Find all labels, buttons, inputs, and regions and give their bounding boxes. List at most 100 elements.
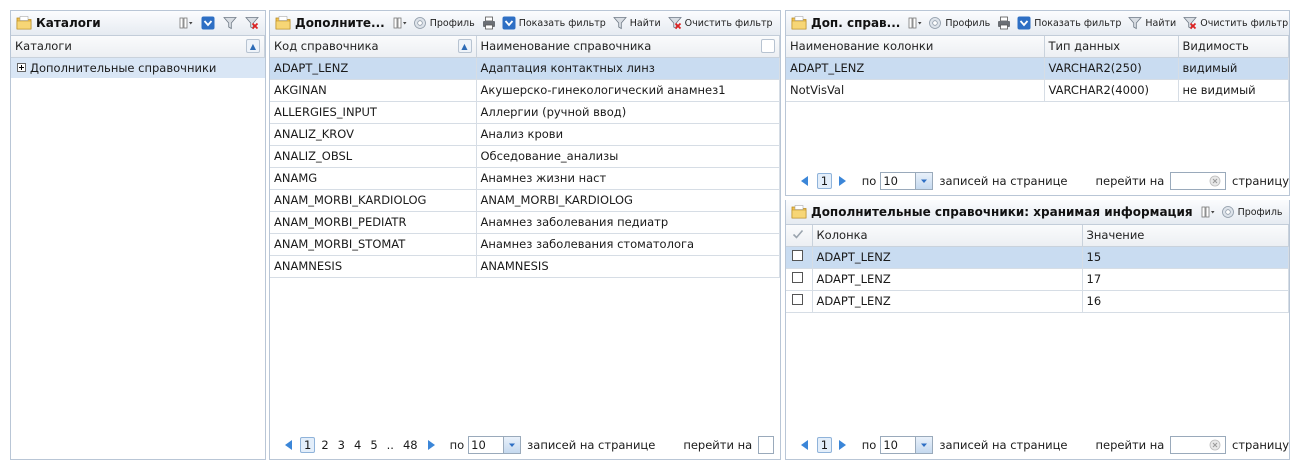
clear-filter-button[interactable]: Очистить фильтр	[1183, 16, 1288, 30]
plus-box-icon[interactable]	[17, 63, 26, 72]
page-suffix: страницу	[1232, 438, 1289, 452]
goto-label: перейти на	[1095, 438, 1165, 452]
sort-icon[interactable]: ▲	[246, 39, 260, 53]
column-header-column-name[interactable]: Наименование колонки	[786, 36, 1045, 58]
show-filter-button[interactable]: Показать фильтр	[502, 16, 606, 30]
table-row[interactable]: ANAM_MORBI_PEDIATR Анамнез заболевания пе…	[270, 211, 780, 234]
show-filter-icon	[502, 16, 516, 30]
page-link-current[interactable]: 1	[816, 437, 833, 453]
gear-icon	[1221, 205, 1235, 219]
page-link[interactable]: 4	[351, 438, 364, 452]
per-page-prefix: по	[861, 438, 877, 452]
table-row[interactable]: ANAMNESIS ANAMNESIS	[270, 255, 780, 278]
per-page-prefix: по	[861, 174, 877, 188]
table-row[interactable]: ANAMG Анамнез жизни наст	[270, 167, 780, 190]
funnel-icon[interactable]	[223, 16, 237, 30]
clear-filter-icon[interactable]	[245, 16, 259, 30]
clear-filter-button[interactable]: Очистить фильтр	[668, 16, 773, 30]
column-header-catalogs[interactable]: Каталоги ▲	[11, 36, 265, 58]
page-suffix: страницу	[1232, 174, 1289, 188]
profile-button[interactable]: Профиль	[413, 16, 475, 30]
page-link[interactable]: 5	[367, 438, 380, 452]
folder-icon	[275, 16, 291, 30]
chevron-down-icon[interactable]	[503, 437, 521, 453]
show-filter-button[interactable]: Показать фильтр	[1017, 16, 1121, 30]
table-row[interactable]: ADAPT_LENZ Адаптация контактных линз	[270, 57, 780, 80]
chevron-down-icon[interactable]	[915, 173, 933, 189]
directories-title: Дополните...	[295, 16, 385, 30]
column-header-column[interactable]: Колонка	[812, 225, 1083, 247]
per-page-prefix: по	[449, 438, 465, 452]
page-link-current[interactable]: 1	[300, 437, 316, 453]
per-page-select[interactable]: 10	[468, 436, 522, 454]
column-header-visibility[interactable]: Видимость	[1178, 36, 1289, 58]
table-row[interactable]: AKGINAN Акушерско-гинекологический анамне…	[270, 79, 780, 102]
column-header-name[interactable]: Наименование справочника	[476, 36, 780, 58]
row-checkbox[interactable]	[792, 250, 803, 261]
row-checkbox[interactable]	[792, 272, 803, 283]
printer-icon[interactable]	[482, 16, 496, 30]
clear-input-icon[interactable]	[1209, 439, 1221, 451]
clear-input-icon[interactable]	[1209, 175, 1221, 187]
select-all-header[interactable]	[786, 225, 813, 247]
table-row[interactable]: ADAPT_LENZ 17	[786, 268, 1289, 291]
column-header-data-type[interactable]: Тип данных	[1044, 36, 1179, 58]
columns-menu-icon[interactable]	[908, 16, 922, 30]
chevron-down-icon[interactable]	[915, 437, 933, 453]
goto-page-input[interactable]	[758, 436, 774, 454]
column-header-code[interactable]: Код справочника ▲	[270, 36, 477, 58]
columns-menu-icon[interactable]	[393, 16, 407, 30]
tree-item-additional-directories[interactable]: Дополнительные справочники	[11, 57, 265, 78]
page-link-last[interactable]: 48	[400, 438, 421, 452]
table-row[interactable]: ANAM_MORBI_KARDIOLOG ANAM_MORBI_KARDIOLOG	[270, 189, 780, 212]
column-header-value[interactable]: Значение	[1082, 225, 1289, 247]
sort-icon[interactable]: ▲	[457, 39, 472, 53]
row-checkbox[interactable]	[792, 294, 803, 305]
columns-menu-icon[interactable]	[179, 16, 193, 30]
directories-pager: 1 2 3 4 5 .. 48 по 10 записей на страниц…	[270, 431, 780, 459]
goto-page-input[interactable]	[1170, 436, 1226, 454]
profile-button[interactable]: Профиль	[928, 16, 990, 30]
page-link[interactable]: 3	[335, 438, 348, 452]
directories-toolbar: Дополните... Профиль Показать фильтр Най…	[270, 11, 780, 36]
arrow-right-icon[interactable]	[835, 173, 850, 189]
table-row[interactable]: ADAPT_LENZ 16	[786, 290, 1289, 313]
per-page-suffix: записей на странице	[939, 174, 1068, 188]
arrow-left-icon[interactable]	[798, 173, 813, 189]
funnel-icon	[613, 16, 627, 30]
profile-button[interactable]: Профиль	[1221, 205, 1283, 219]
printer-icon[interactable]	[997, 16, 1011, 30]
page-link[interactable]: 2	[318, 438, 331, 452]
per-page-select[interactable]: 10	[880, 172, 934, 190]
folder-icon	[16, 16, 32, 30]
find-button[interactable]: Найти	[1128, 16, 1176, 30]
gear-icon	[413, 16, 427, 30]
arrow-right-icon[interactable]	[835, 437, 850, 453]
columns-panel: Доп. справ... Профиль Показать фильтр На…	[785, 10, 1290, 196]
columns-menu-icon[interactable]	[1201, 205, 1215, 219]
per-page-suffix: записей на странице	[527, 438, 656, 452]
column-menu-toggle[interactable]	[761, 39, 775, 53]
clear-filter-icon	[1183, 16, 1197, 30]
table-row[interactable]: NotVisVal VARCHAR2(4000) не видимый	[786, 79, 1289, 102]
directories-panel: Дополните... Профиль Показать фильтр Най…	[269, 10, 781, 460]
per-page-select[interactable]: 10	[880, 436, 934, 454]
table-row[interactable]: ANALIZ_KROV Анализ крови	[270, 123, 780, 146]
table-row[interactable]: ADAPT_LENZ VARCHAR2(250) видимый	[786, 57, 1289, 80]
stored-info-table: Колонка Значение ADAPT_LENZ 15 ADAPT_LENZ…	[786, 225, 1289, 313]
page-link-current[interactable]: 1	[816, 173, 833, 189]
catalogs-toolbar: Каталоги	[11, 11, 265, 36]
table-row[interactable]: ANAM_MORBI_STOMAT Анамнез заболевания сто…	[270, 233, 780, 256]
table-row[interactable]: ADAPT_LENZ 15	[786, 246, 1289, 269]
table-row[interactable]: ALLERGIES_INPUT Аллергии (ручной ввод)	[270, 101, 780, 124]
gear-icon	[928, 16, 942, 30]
goto-page-input[interactable]	[1170, 172, 1226, 190]
arrow-left-icon[interactable]	[282, 437, 296, 453]
table-row[interactable]: ANALIZ_OBSL Обседование_анализы	[270, 145, 780, 168]
per-page-suffix: записей на странице	[939, 438, 1068, 452]
arrow-right-icon[interactable]	[424, 437, 438, 453]
arrow-left-icon[interactable]	[798, 437, 813, 453]
show-filter-icon[interactable]	[201, 16, 215, 30]
find-button[interactable]: Найти	[613, 16, 661, 30]
goto-label: перейти на	[1095, 174, 1165, 188]
